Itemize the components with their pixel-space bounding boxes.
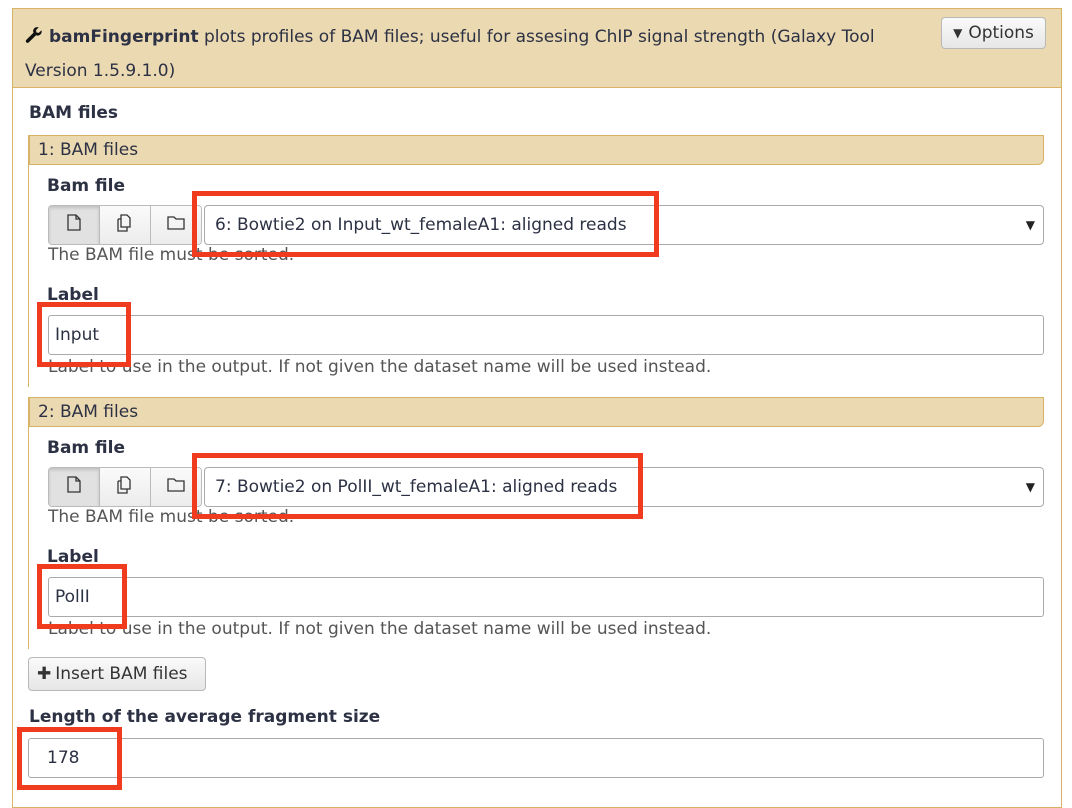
- highlight-box: [37, 564, 127, 629]
- fragment-size-input[interactable]: 178: [28, 738, 1044, 778]
- fragment-size-label: Length of the average fragment size: [29, 707, 381, 727]
- multiple-datasets-button[interactable]: [100, 468, 151, 506]
- tool-title: bamFingerprint plots profiles of BAM fil…: [25, 21, 925, 87]
- file-icon: [67, 476, 81, 498]
- bam-file-label: Bam file: [47, 176, 126, 196]
- repeat-block-1: 1: BAM files Bam file 6: Bowtie2 on Inpu…: [28, 135, 1044, 387]
- repeat-block-2: 2: BAM files Bam file 7: Bowtie2 on PolI…: [28, 397, 1044, 649]
- repeat-header[interactable]: 2: BAM files: [29, 397, 1044, 427]
- repeat-header[interactable]: 1: BAM files: [29, 135, 1044, 165]
- options-label: Options: [968, 23, 1034, 43]
- highlight-box: [17, 727, 122, 790]
- section-label: BAM files: [29, 103, 119, 123]
- plus-icon: ✚: [37, 664, 52, 684]
- insert-button-label: Insert BAM files: [55, 664, 188, 684]
- label-help: Label to use in the output. If not given…: [48, 619, 712, 639]
- folder-icon: [167, 477, 185, 497]
- single-dataset-button[interactable]: [49, 468, 100, 506]
- label-help: Label to use in the output. If not given…: [48, 357, 712, 377]
- highlight-box: [192, 453, 643, 519]
- options-button[interactable]: ▼ Options: [941, 17, 1046, 49]
- caret-down-icon: ▼: [953, 26, 963, 40]
- tool-name: bamFingerprint: [49, 27, 199, 47]
- wrench-icon: [25, 23, 43, 55]
- caret-down-icon: ▼: [1025, 480, 1035, 494]
- folder-icon: [167, 215, 185, 235]
- single-dataset-button[interactable]: [49, 206, 100, 244]
- dataset-source-buttons: [48, 205, 202, 245]
- caret-down-icon: ▼: [1025, 218, 1035, 232]
- insert-bam-files-button[interactable]: ✚ Insert BAM files: [28, 657, 206, 691]
- file-icon: [67, 214, 81, 236]
- highlight-box: [192, 191, 659, 257]
- tool-header: bamFingerprint plots profiles of BAM fil…: [12, 8, 1062, 88]
- highlight-box: [37, 302, 131, 367]
- bam-file-label: Bam file: [47, 438, 126, 458]
- label-input[interactable]: Input: [48, 315, 1044, 355]
- multiple-datasets-button[interactable]: [100, 206, 151, 244]
- files-icon: [116, 475, 134, 499]
- dataset-source-buttons: [48, 467, 202, 507]
- files-icon: [116, 213, 134, 237]
- label-input[interactable]: PolII: [48, 577, 1044, 617]
